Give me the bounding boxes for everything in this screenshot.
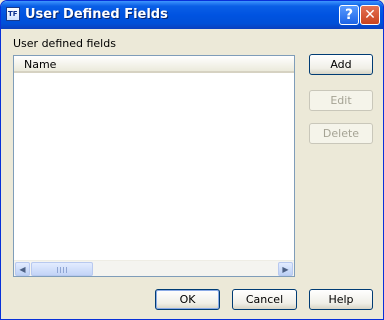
cancel-button[interactable]: Cancel	[232, 289, 297, 310]
close-icon: ✕	[364, 7, 376, 23]
scroll-thumb[interactable]	[31, 262, 93, 276]
delete-button[interactable]: Delete	[309, 123, 373, 144]
help-title-button[interactable]: ?	[339, 5, 359, 25]
scroll-left-button[interactable]: ◀	[15, 262, 30, 276]
help-button[interactable]: Help	[309, 289, 373, 310]
question-icon: ?	[344, 7, 354, 23]
window-title: User Defined Fields	[25, 7, 168, 22]
app-icon-glyph: TF	[8, 10, 18, 18]
horizontal-scrollbar[interactable]: ◀ ▶	[14, 260, 294, 276]
title-bar[interactable]: TF User Defined Fields ? ✕	[1, 1, 383, 29]
add-button[interactable]: Add	[309, 54, 373, 75]
close-button[interactable]: ✕	[360, 5, 380, 25]
arrow-left-icon: ◀	[19, 264, 26, 274]
app-icon: TF	[6, 7, 20, 21]
scroll-right-button[interactable]: ▶	[278, 262, 293, 276]
fields-list[interactable]: Name ◀ ▶	[13, 55, 295, 277]
ok-button[interactable]: OK	[155, 289, 220, 310]
dialog-window: TF User Defined Fields ? ✕ User defined …	[0, 0, 384, 320]
fields-group-label: User defined fields	[13, 37, 116, 50]
edit-button[interactable]: Edit	[309, 90, 373, 111]
list-header: Name	[14, 56, 294, 73]
arrow-right-icon: ▶	[282, 264, 289, 274]
scroll-grip	[57, 267, 67, 273]
column-header-name[interactable]: Name	[24, 58, 56, 71]
